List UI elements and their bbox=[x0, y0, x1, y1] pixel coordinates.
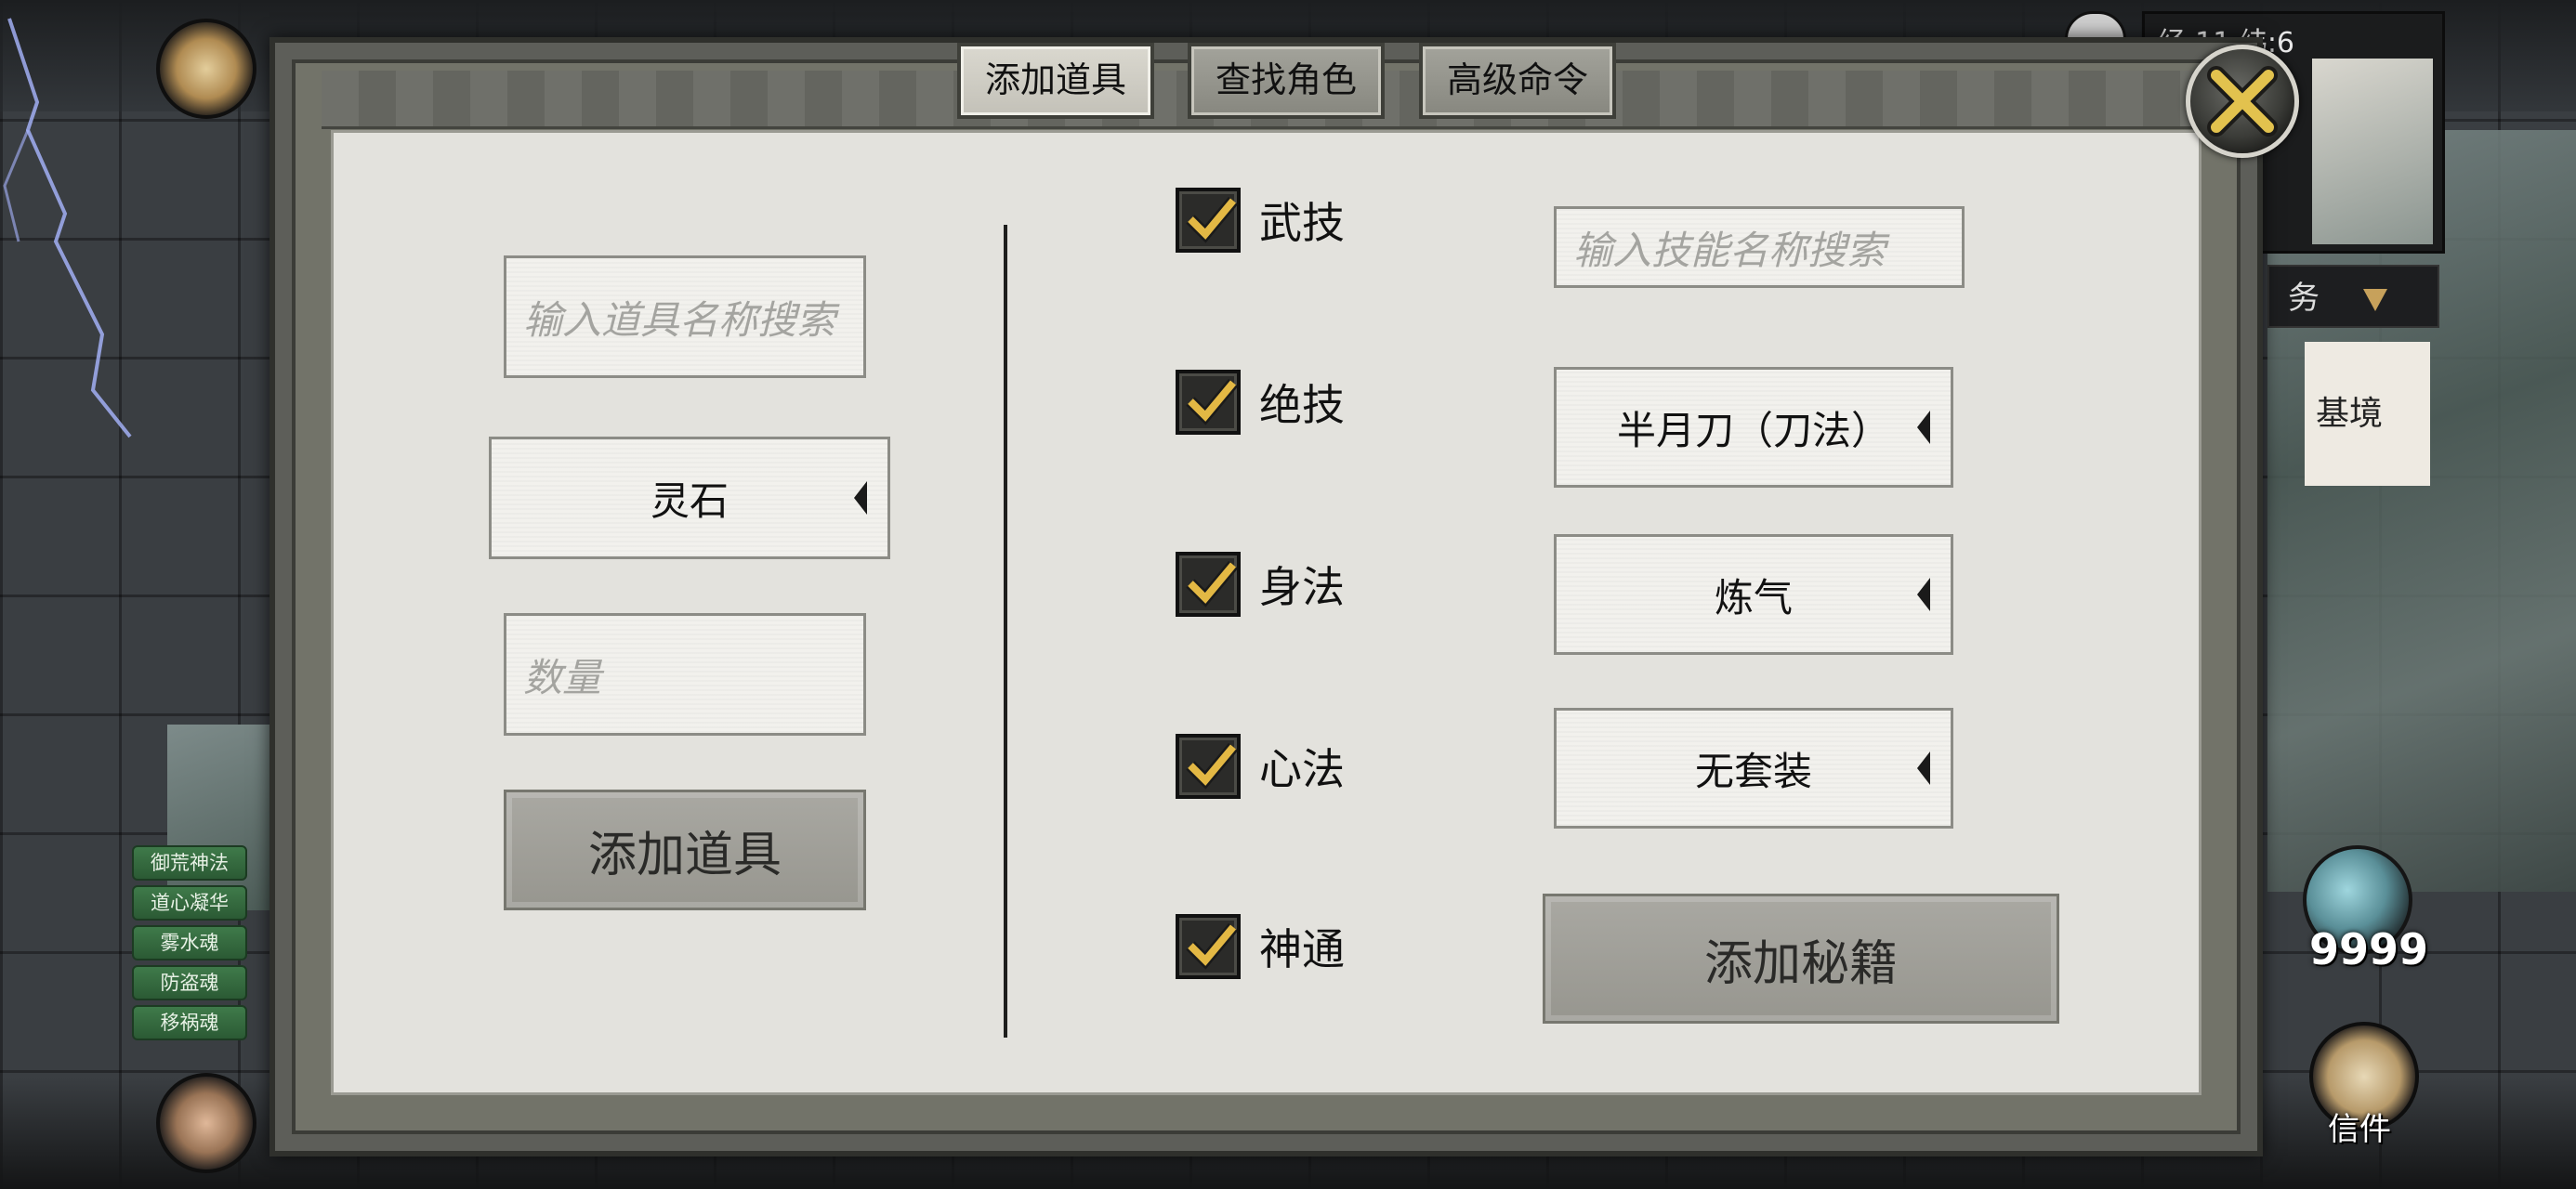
buff-tag[interactable]: 防盗魂 bbox=[132, 965, 247, 1000]
close-button[interactable] bbox=[2186, 45, 2299, 158]
buff-tag[interactable]: 道心凝华 bbox=[132, 885, 247, 921]
filter-ultimate-skill[interactable]: 绝技 bbox=[1176, 370, 1345, 435]
checkbox[interactable] bbox=[1176, 914, 1241, 979]
tab-advanced-commands[interactable]: 高级命令 bbox=[1419, 43, 1616, 119]
skill-search-placeholder: 输入技能名称搜索 bbox=[1573, 227, 1886, 273]
buff-tag[interactable]: 雾水魂 bbox=[132, 925, 247, 960]
filter-label: 身法 bbox=[1259, 562, 1345, 612]
caret-left-icon bbox=[1917, 411, 1930, 444]
filter-label: 心法 bbox=[1259, 744, 1345, 794]
checkbox[interactable] bbox=[1176, 370, 1241, 435]
filter-martial-skill[interactable]: 武技 bbox=[1176, 188, 1345, 253]
add-manual-button[interactable]: 添加秘籍 bbox=[1543, 894, 2059, 1024]
buff-tag[interactable]: 御荒神法 bbox=[132, 845, 247, 881]
filter-movement-skill[interactable]: 身法 bbox=[1176, 552, 1345, 617]
buff-tag[interactable]: 移祸魂 bbox=[132, 1005, 247, 1040]
caret-left-icon bbox=[1917, 578, 1930, 611]
filter-divine-skill[interactable]: 神通 bbox=[1176, 914, 1345, 979]
currency-amount: 9999 bbox=[2309, 924, 2429, 974]
set-select-value: 无套装 bbox=[1694, 748, 1812, 794]
tab-find-character[interactable]: 查找角色 bbox=[1188, 43, 1385, 119]
quantity-placeholder: 数量 bbox=[523, 654, 602, 700]
hud-dropdown-label: 务 bbox=[2288, 280, 2320, 317]
checkmark-icon bbox=[1186, 742, 1238, 790]
column-divider bbox=[1004, 225, 1007, 1038]
skill-select[interactable]: 半月刀（刀法） bbox=[1554, 367, 1953, 488]
level-select[interactable]: 炼气 bbox=[1554, 534, 1953, 655]
caret-left-icon bbox=[1917, 751, 1930, 785]
checkmark-icon bbox=[1186, 378, 1238, 425]
set-select[interactable]: 无套装 bbox=[1554, 708, 1953, 829]
item-select-value: 灵石 bbox=[650, 477, 729, 524]
book-icon[interactable] bbox=[156, 19, 256, 119]
filter-mind-skill[interactable]: 心法 bbox=[1176, 734, 1345, 799]
skill-search-input[interactable]: 输入技能名称搜索 bbox=[1554, 206, 1965, 288]
hud-dropdown[interactable]: 务 bbox=[2267, 265, 2439, 328]
buff-list: 御荒神法 道心凝华 雾水魂 防盗魂 移祸魂 bbox=[132, 845, 247, 1045]
filter-label: 绝技 bbox=[1259, 380, 1345, 430]
mail-label: 信件 bbox=[2328, 1111, 2391, 1148]
item-select[interactable]: 灵石 bbox=[489, 437, 890, 559]
filter-label: 武技 bbox=[1259, 198, 1345, 248]
item-search-placeholder: 输入道具名称搜索 bbox=[523, 296, 836, 343]
minimap-view bbox=[2312, 59, 2433, 244]
checkbox[interactable] bbox=[1176, 552, 1241, 617]
checkbox[interactable] bbox=[1176, 188, 1241, 253]
level-select-value: 炼气 bbox=[1714, 574, 1793, 621]
checkbox[interactable] bbox=[1176, 734, 1241, 799]
triangle-down-icon bbox=[2363, 289, 2387, 311]
checkmark-icon bbox=[1186, 196, 1238, 243]
checkmark-icon bbox=[1186, 922, 1238, 970]
close-icon bbox=[2207, 66, 2278, 137]
caret-left-icon bbox=[854, 481, 867, 515]
tab-add-item[interactable]: 添加道具 bbox=[957, 43, 1154, 119]
quantity-input[interactable]: 数量 bbox=[504, 613, 866, 736]
hud-realm-card[interactable]: 基境 bbox=[2305, 342, 2430, 486]
checkmark-icon bbox=[1186, 560, 1238, 608]
add-item-button[interactable]: 添加道具 bbox=[504, 790, 866, 910]
fist-icon[interactable] bbox=[156, 1073, 256, 1173]
item-search-input[interactable]: 输入道具名称搜索 bbox=[504, 255, 866, 378]
skill-select-value: 半月刀（刀法） bbox=[1616, 407, 1890, 453]
filter-label: 神通 bbox=[1259, 924, 1345, 974]
